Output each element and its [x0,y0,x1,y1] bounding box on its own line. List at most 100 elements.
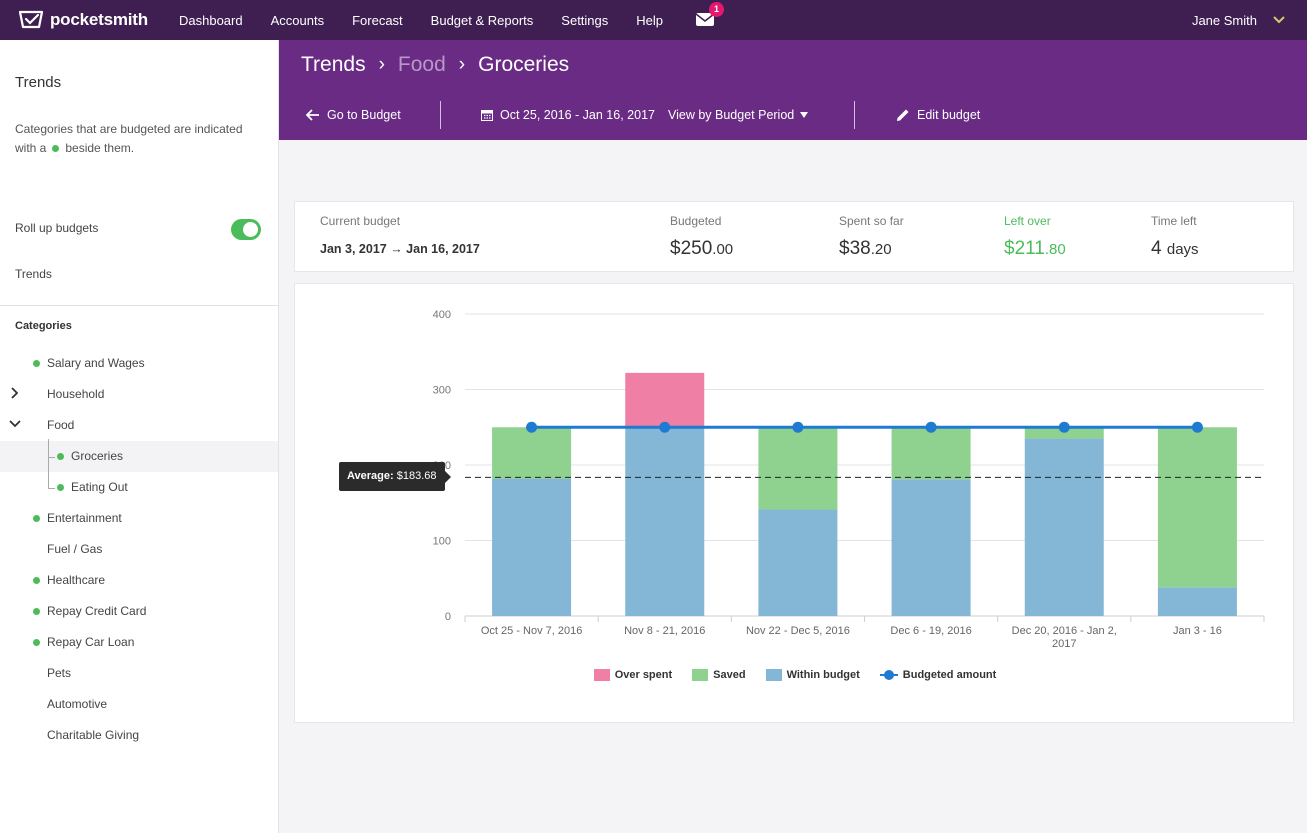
chart-legend: Over spent Saved Within budget Budgeted … [295,669,1295,681]
bar-within-budget [1157,587,1237,616]
bar-within-budget [891,479,971,616]
sidebar-category-healthcare[interactable]: Healthcare [0,565,278,596]
bar-saved [758,427,838,510]
sidebar-category-label: Repay Car Loan [47,635,135,649]
sidebar-category-label: Household [47,387,105,401]
x-tick-label: Jan 3 - 16 [1173,625,1222,637]
sidebar-category-household[interactable]: Household [0,379,278,410]
budgeted-label: Budgeted [670,214,722,228]
sidebar-category-groceries[interactable]: Groceries [0,441,278,472]
sidebar-category-repay-credit-card[interactable]: Repay Credit Card [0,596,278,627]
go-to-budget-label: Go to Budget [327,108,401,122]
date-range-label: Oct 25, 2016 - Jan 16, 2017 [500,108,655,122]
nav-help[interactable]: Help [636,13,663,28]
chevron-down-icon [1273,16,1285,24]
budgeted-amount-point [526,421,538,433]
view-by-dropdown[interactable]: View by Budget Period [668,108,809,122]
sidebar-category-pets[interactable]: Pets [0,658,278,689]
budgeted-amount-point [925,421,937,433]
left-over-dollars: $211 [1004,238,1045,259]
mail-button[interactable]: 1 [695,2,725,28]
budgeted-value: $250.00 [670,238,733,260]
time-left-number: 4 [1151,238,1162,259]
user-name: Jane Smith [1191,12,1257,28]
budgeted-dot-icon [57,484,64,491]
sidebar-category-label: Healthcare [47,573,106,587]
breadcrumb-food[interactable]: Food [398,53,446,77]
pencil-icon [897,109,909,121]
bar-within-budget [1024,438,1104,616]
budgeted-dot-icon [33,639,40,646]
sidebar-category-salary-and-wages[interactable]: Salary and Wages [0,348,278,379]
chevron-down-icon[interactable] [9,418,21,430]
go-to-budget-button[interactable]: Go to Budget [306,108,401,122]
nav-budget-reports[interactable]: Budget & Reports [431,13,534,28]
sidebar-trends-link[interactable]: Trends [15,267,52,281]
edit-budget-label: Edit budget [917,108,981,122]
mail-badge: 1 [709,2,725,17]
sidebar-category-entertainment[interactable]: Entertainment [0,503,278,534]
budgeted-dollars: $250 [670,238,713,259]
view-by-label: View by Budget Period [668,108,795,122]
date-range-picker[interactable]: Oct 25, 2016 - Jan 16, 2017 [481,108,655,122]
y-tick-label: 100 [433,536,451,548]
sidebar-category-label: Groceries [71,449,124,463]
bar-saved [891,427,971,480]
sidebar-category-label: Pets [47,666,72,680]
budgeted-amount-point [1058,421,1070,433]
nav-dashboard[interactable]: Dashboard [179,13,243,28]
sidebar-category-label: Salary and Wages [47,356,145,370]
legend-label-within: Within budget [786,669,860,681]
budget-summary-card: Current budget Jan 3, 2017 → Jan 16, 201… [294,201,1294,272]
sidebar-category-repay-car-loan[interactable]: Repay Car Loan [0,627,278,658]
breadcrumb-separator-icon: › [378,54,385,75]
tooltip-label: Average: [347,470,394,483]
budgeted-amount-point [792,421,804,433]
desc-text-after: beside them. [65,141,135,155]
x-tick-label-line: 2017 [1052,638,1076,650]
sidebar-category-fuel-gas[interactable]: Fuel / Gas [0,534,278,565]
page-header: Trends › Food › Groceries Go to Budget O… [279,40,1307,140]
breadcrumb-trends[interactable]: Trends [301,53,366,77]
rollup-toggle[interactable] [231,219,261,240]
breadcrumb: Trends › Food › Groceries [301,53,569,77]
bar-within-budget [625,427,705,616]
legend-within-budget[interactable]: Within budget [765,669,860,681]
breadcrumb-groceries: Groceries [478,53,570,76]
legend-swatch-within [765,669,782,681]
y-tick-label: 400 [433,309,451,321]
x-tick-label: Dec 20, 2016 - Jan 2, 2017 [1012,625,1117,650]
current-budget-label: Current budget [320,214,401,228]
left-over-cents: .80 [1044,241,1066,258]
sidebar-category-label: Fuel / Gas [47,542,103,556]
trends-chart-card: 0100200300400Oct 25 - Nov 7, 2016Nov 8 -… [294,283,1294,723]
sidebar-category-eating-out[interactable]: Eating Out [0,472,278,503]
sidebar-category-label: Repay Credit Card [47,604,147,618]
bar-saved [492,427,572,479]
sidebar-category-food[interactable]: Food [0,410,278,441]
sidebar-category-automotive[interactable]: Automotive [0,689,278,720]
arrow-left-icon [306,109,319,121]
legend-over-spent[interactable]: Over spent [593,669,672,681]
nav-forecast[interactable]: Forecast [352,13,403,28]
user-menu[interactable]: Jane Smith [1192,0,1285,40]
rollup-label: Roll up budgets [15,221,99,235]
legend-saved[interactable]: Saved [692,669,746,681]
edit-budget-button[interactable]: Edit budget [896,108,980,122]
sidebar-category-charitable-giving[interactable]: Charitable Giving [0,720,278,751]
chevron-right-icon[interactable] [9,387,21,399]
budgeted-amount-point [1191,421,1203,433]
logo[interactable]: pocketsmith [18,9,179,31]
legend-budgeted-amount[interactable]: Budgeted amount [879,669,996,681]
bar-over-spent [625,372,705,428]
bar-within-budget [758,509,838,616]
budgeted-indicator-dot [52,145,60,153]
nav-accounts[interactable]: Accounts [271,13,324,28]
x-tick-label: Oct 25 - Nov 7, 2016 [481,625,583,637]
y-tick-label: 0 [445,611,451,623]
sidebar-category-label: Charitable Giving [47,728,140,742]
sidebar-title: Trends [15,74,62,91]
calendar-icon [481,110,493,121]
nav-settings[interactable]: Settings [561,13,608,28]
legend-line-marker-icon [879,670,898,680]
